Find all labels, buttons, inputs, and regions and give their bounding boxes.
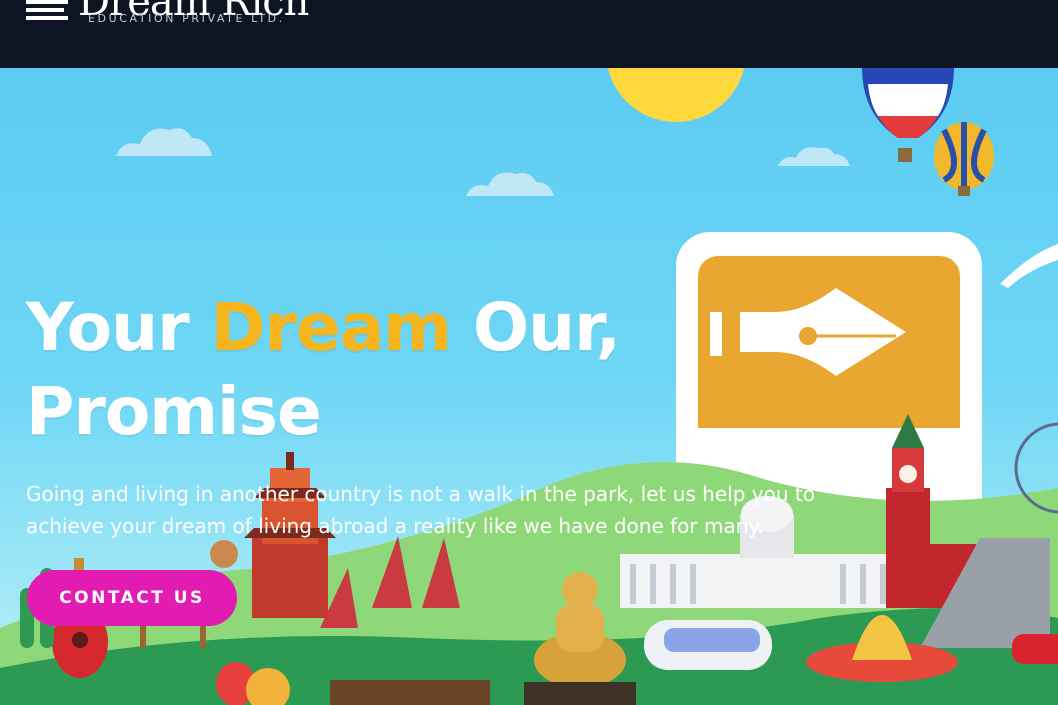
cloud-icon: [116, 128, 850, 196]
hero-intro-text: Going and living in another country is n…: [26, 482, 815, 538]
logo-mark-icon: [26, 0, 68, 20]
headline-highlight: Dream: [210, 289, 452, 366]
contact-us-button[interactable]: CONTACT US: [27, 570, 237, 626]
brand-tagline: EDUCATION PRIVATE LTD.: [88, 12, 285, 25]
headline-before: Your: [26, 289, 211, 366]
sun-icon: [607, 68, 745, 122]
hero-headline: Your Dream Our, Promise: [26, 286, 621, 454]
brand-logo-link[interactable]: Dream Rich EDUCATION PRIVATE LTD.: [26, 0, 326, 34]
train-figure: [644, 620, 772, 670]
hot-air-balloon-icon: [934, 122, 994, 196]
car-figure: [1012, 634, 1058, 664]
top-navigation-bar: Dream Rich EDUCATION PRIVATE LTD.: [0, 0, 1058, 68]
hero-section: Your Dream Our, Promise Going and living…: [0, 68, 1058, 705]
brush-stroke-decoration: [1000, 244, 1058, 288]
headline-after: Our,: [451, 289, 621, 366]
headline-line-two: Promise: [26, 373, 322, 450]
